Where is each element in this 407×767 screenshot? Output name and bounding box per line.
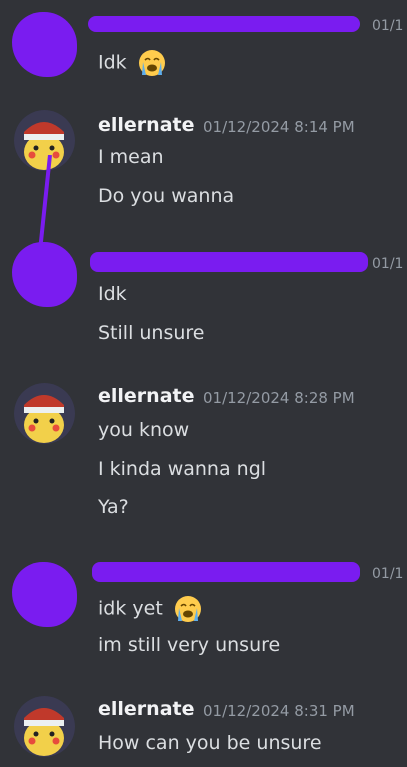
avatar[interactable] [14, 14, 75, 75]
message-line: I kinda wanna ngl [98, 457, 266, 481]
message-text: How can you be unsure [98, 732, 322, 754]
message-line: idk yet [98, 594, 203, 624]
message-line: you know [98, 418, 189, 442]
redaction-mark [88, 16, 360, 32]
message-text: Do you wanna [98, 185, 235, 207]
message-text: I kinda wanna ngl [98, 458, 267, 480]
message-line: Ya? [98, 495, 129, 519]
message-line: Still unsure [98, 321, 205, 345]
message-text: you know [98, 419, 190, 441]
message-line: I mean [98, 145, 164, 169]
loudly-crying-face-icon [138, 50, 165, 76]
avatar[interactable] [14, 564, 75, 625]
message-line: im still very unsure [98, 633, 280, 657]
message-text: Idk [98, 51, 127, 74]
timestamp: 01/1 [372, 256, 404, 272]
message-line: Idk [98, 282, 127, 306]
timestamp: 01/1 [372, 18, 404, 34]
pikachu-avatar-icon[interactable] [14, 383, 75, 444]
message-line: How can you be unsure [98, 731, 322, 755]
message-group: ellernate 01/12/2024 8:28 PM you know I … [0, 370, 407, 540]
message-line: Idk [98, 48, 167, 78]
timestamp: 01/12/2024 8:31 PM [203, 702, 355, 720]
pikachu-avatar-icon[interactable] [14, 696, 75, 757]
message-line: Do you wanna [98, 184, 234, 208]
message-text: Ya? [98, 496, 129, 518]
avatar[interactable] [14, 244, 75, 305]
message-group: 01/1 Idk Still unsure [0, 230, 407, 370]
message-group: ellernate 01/12/2024 8:31 PM How can you… [0, 690, 407, 767]
redaction-mark [92, 562, 360, 582]
message-group: 01/1 Idk [0, 0, 407, 100]
message-text: I mean [98, 146, 164, 168]
author-name[interactable]: ellernate [98, 385, 194, 407]
timestamp: 01/12/2024 8:28 PM [203, 389, 355, 407]
message-text: Still unsure [98, 322, 205, 344]
message-group: 01/1 idk yet im still very unsure [0, 540, 407, 690]
loudly-crying-face-icon [174, 596, 201, 622]
timestamp: 01/12/2024 8:14 PM [203, 118, 355, 136]
timestamp: 01/1 [372, 566, 404, 582]
author-name[interactable]: ellernate [98, 114, 194, 136]
message-text: im still very unsure [98, 634, 281, 656]
message-text: idk yet [98, 597, 163, 620]
message-text: Idk [98, 283, 127, 305]
redaction-mark [90, 252, 368, 272]
message-group: ellernate 01/12/2024 8:14 PM I mean Do y… [0, 100, 407, 252]
author-name[interactable]: ellernate [98, 698, 194, 720]
